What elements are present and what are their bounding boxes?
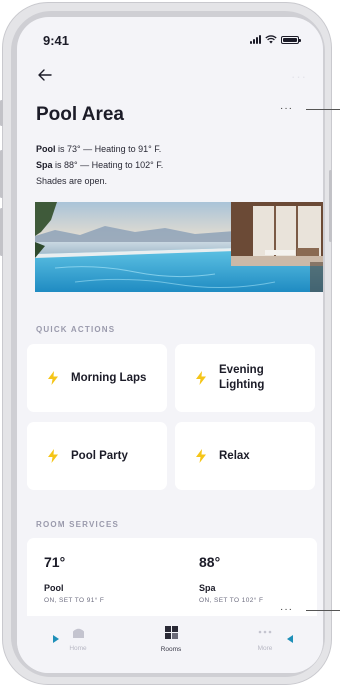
lightning-icon	[48, 449, 58, 463]
lightning-icon	[196, 371, 206, 385]
tab-label: Rooms	[160, 646, 182, 653]
battery-icon	[281, 35, 301, 44]
volume-down-button	[0, 208, 3, 256]
lightning-icon	[48, 371, 58, 385]
app-screen: 9:41 ··· Pool Area ··· Pool is 73° — Hea…	[17, 17, 323, 673]
area-status: Pool is 73° — Heating to 91° F. Spa is 8…	[36, 141, 163, 189]
quick-action-morning-laps[interactable]: Morning Laps	[27, 344, 167, 412]
arrow-left-icon	[38, 69, 52, 81]
status-icons	[250, 35, 301, 44]
tab-rooms[interactable]: Rooms	[141, 626, 201, 653]
lightning-icon	[196, 449, 206, 463]
mute-switch	[0, 100, 3, 126]
more-icon	[258, 630, 272, 634]
callout-line	[306, 610, 340, 611]
service-name: Spa	[199, 583, 216, 593]
quick-action-label: Pool Party	[71, 449, 128, 462]
callout-line	[306, 109, 340, 110]
tab-label: More	[257, 645, 273, 652]
tab-label: Home	[69, 645, 87, 652]
status-time: 9:41	[43, 33, 70, 48]
quick-action-label: Evening Lighting	[219, 364, 265, 391]
service-spa[interactable]: 88° Spa ON, SET TO 102° F	[199, 554, 263, 604]
service-temperature: 88°	[199, 554, 221, 570]
pool-status-line: Pool is 73° — Heating to 91° F.	[36, 144, 162, 154]
pool-hero-image	[35, 202, 323, 292]
status-bar: 9:41	[17, 17, 323, 63]
tab-bar: Home Rooms More	[17, 616, 323, 673]
quick-action-evening-lighting[interactable]: Evening Lighting	[175, 344, 315, 412]
service-temperature: 71°	[44, 554, 66, 570]
quick-action-relax[interactable]: Relax	[175, 422, 315, 490]
wifi-icon	[265, 35, 277, 44]
page-title: Pool Area	[36, 104, 124, 125]
service-pool[interactable]: 71° Pool ON, SET TO 91° F	[44, 554, 104, 604]
service-name: Pool	[44, 583, 64, 593]
home-icon	[72, 628, 84, 638]
quick-action-label: Morning Laps	[71, 371, 147, 384]
quick-action-label: Relax	[219, 449, 250, 462]
services-more-button[interactable]: ···	[280, 604, 293, 615]
power-button	[329, 170, 332, 242]
rooms-icon	[164, 626, 178, 639]
quick-action-pool-party[interactable]: Pool Party	[27, 422, 167, 490]
header-more-button[interactable]: ···	[291, 69, 307, 84]
shades-status-line: Shades are open.	[36, 176, 108, 186]
spa-status-line: Spa is 88° — Heating to 102° F.	[36, 160, 164, 170]
quick-actions-label: QUICK ACTIONS	[36, 325, 116, 334]
back-button[interactable]	[35, 65, 55, 85]
tab-more[interactable]: More	[235, 626, 295, 652]
title-more-button[interactable]: ···	[280, 103, 293, 114]
volume-up-button	[0, 150, 3, 198]
room-services-card: 71° Pool ON, SET TO 91° F 88° Spa ON, SE…	[27, 538, 317, 628]
room-services-label: ROOM SERVICES	[36, 520, 120, 529]
service-status: ON, SET TO 102° F	[199, 597, 264, 604]
pointer-arrow-left-icon	[287, 635, 293, 643]
service-status: ON, SET TO 91° F	[44, 597, 105, 604]
signal-icon	[250, 35, 261, 44]
tab-home[interactable]: Home	[48, 626, 108, 652]
